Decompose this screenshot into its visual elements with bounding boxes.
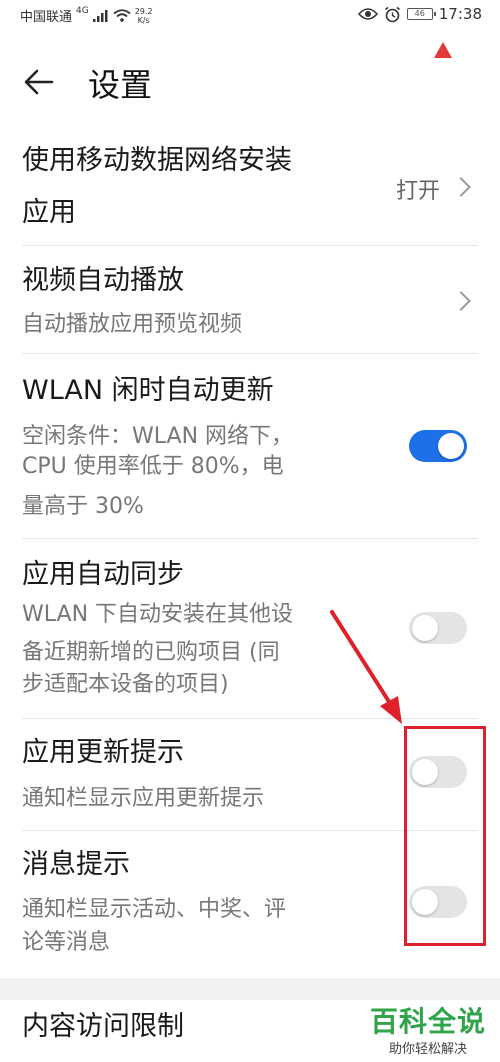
setting-subtitle-line: 论等消息 [22, 930, 111, 955]
setting-wlan-idle-update: WLAN 闲时自动更新 空闲条件：WLAN 网络下， CPU 使用率低于 80%… [0, 366, 500, 532]
eye-comfort-icon [357, 8, 378, 20]
setting-subtitle-line: 量高于 30% [22, 494, 144, 519]
network-type: 4G [76, 5, 89, 16]
setting-app-auto-sync: 应用自动同步 WLAN 下自动安装在其他设 备近期新增的已购项目 (同 步适配本… [0, 550, 500, 716]
setting-subtitle-line: CPU 使用率低于 80%，电 [22, 454, 284, 479]
setting-title: 使用移动数据网络安装 [22, 145, 292, 176]
back-button[interactable] [20, 62, 60, 102]
status-left: 中国联通 4G 29.2 K/s [20, 5, 153, 26]
annotation-box [404, 726, 486, 946]
divider [22, 718, 478, 719]
signal-icon [92, 9, 108, 22]
setting-subtitle-line: 通知栏显示活动、中奖、评 [22, 897, 287, 922]
setting-subtitle-line: 空闲条件：WLAN 网络下， [22, 424, 294, 449]
speed-unit: K/s [137, 15, 150, 25]
divider [22, 538, 478, 539]
setting-value: 打开 [396, 179, 441, 204]
section-gap [0, 978, 500, 1000]
divider [22, 353, 478, 354]
chevron-right-icon [451, 177, 471, 197]
toggle-knob [438, 433, 464, 459]
battery-icon: 46 [406, 8, 436, 20]
back-arrow-icon [24, 69, 54, 95]
setting-title: 消息提示 [22, 849, 130, 880]
setting-subtitle: 自动播放应用预览视频 [22, 312, 243, 337]
divider [22, 245, 478, 246]
setting-subtitle: 通知栏显示应用更新提示 [22, 786, 265, 811]
setting-title: 内容访问限制 [22, 1011, 184, 1042]
carrier-label: 中国联通 [20, 10, 73, 25]
network-speed: 29.2 K/s [135, 7, 153, 25]
setting-mobile-data-install[interactable]: 使用移动数据网络安装 应用 打开 [0, 136, 500, 244]
setting-title: 视频自动播放 [22, 265, 184, 296]
status-bar: 中国联通 4G 29.2 K/s 46 17:38 [0, 0, 500, 34]
page-title: 设置 [88, 66, 153, 104]
speed-value: 29.2 [134, 6, 153, 16]
watermark-logo: 百科全说 助你轻松解决 [370, 1000, 486, 1057]
setting-subtitle-line: 备近期新增的已购项目 (同 [22, 640, 280, 665]
app-header: 设置 [0, 56, 500, 106]
setting-title: 应用更新提示 [22, 737, 184, 768]
wifi-icon [113, 9, 131, 22]
watermark-sub: 助你轻松解决 [388, 1042, 467, 1057]
status-right: 46 17:38 [357, 5, 482, 23]
setting-subtitle-line: 步适配本设备的项目) [22, 672, 229, 697]
setting-video-autoplay[interactable]: 视频自动播放 自动播放应用预览视频 [0, 256, 500, 346]
setting-title: 应用自动同步 [22, 559, 184, 590]
chevron-right-icon [451, 291, 471, 311]
app-auto-sync-toggle[interactable] [409, 612, 467, 644]
alarm-icon [384, 6, 400, 22]
wlan-idle-update-toggle[interactable] [409, 430, 467, 462]
setting-title-cont: 应用 [22, 197, 76, 228]
watermark-main: 百科全说 [369, 1005, 486, 1038]
setting-title: WLAN 闲时自动更新 [22, 375, 274, 406]
toggle-knob [412, 615, 438, 641]
clock: 17:38 [438, 5, 482, 23]
setting-subtitle-line: WLAN 下自动安装在其他设 [22, 602, 294, 627]
